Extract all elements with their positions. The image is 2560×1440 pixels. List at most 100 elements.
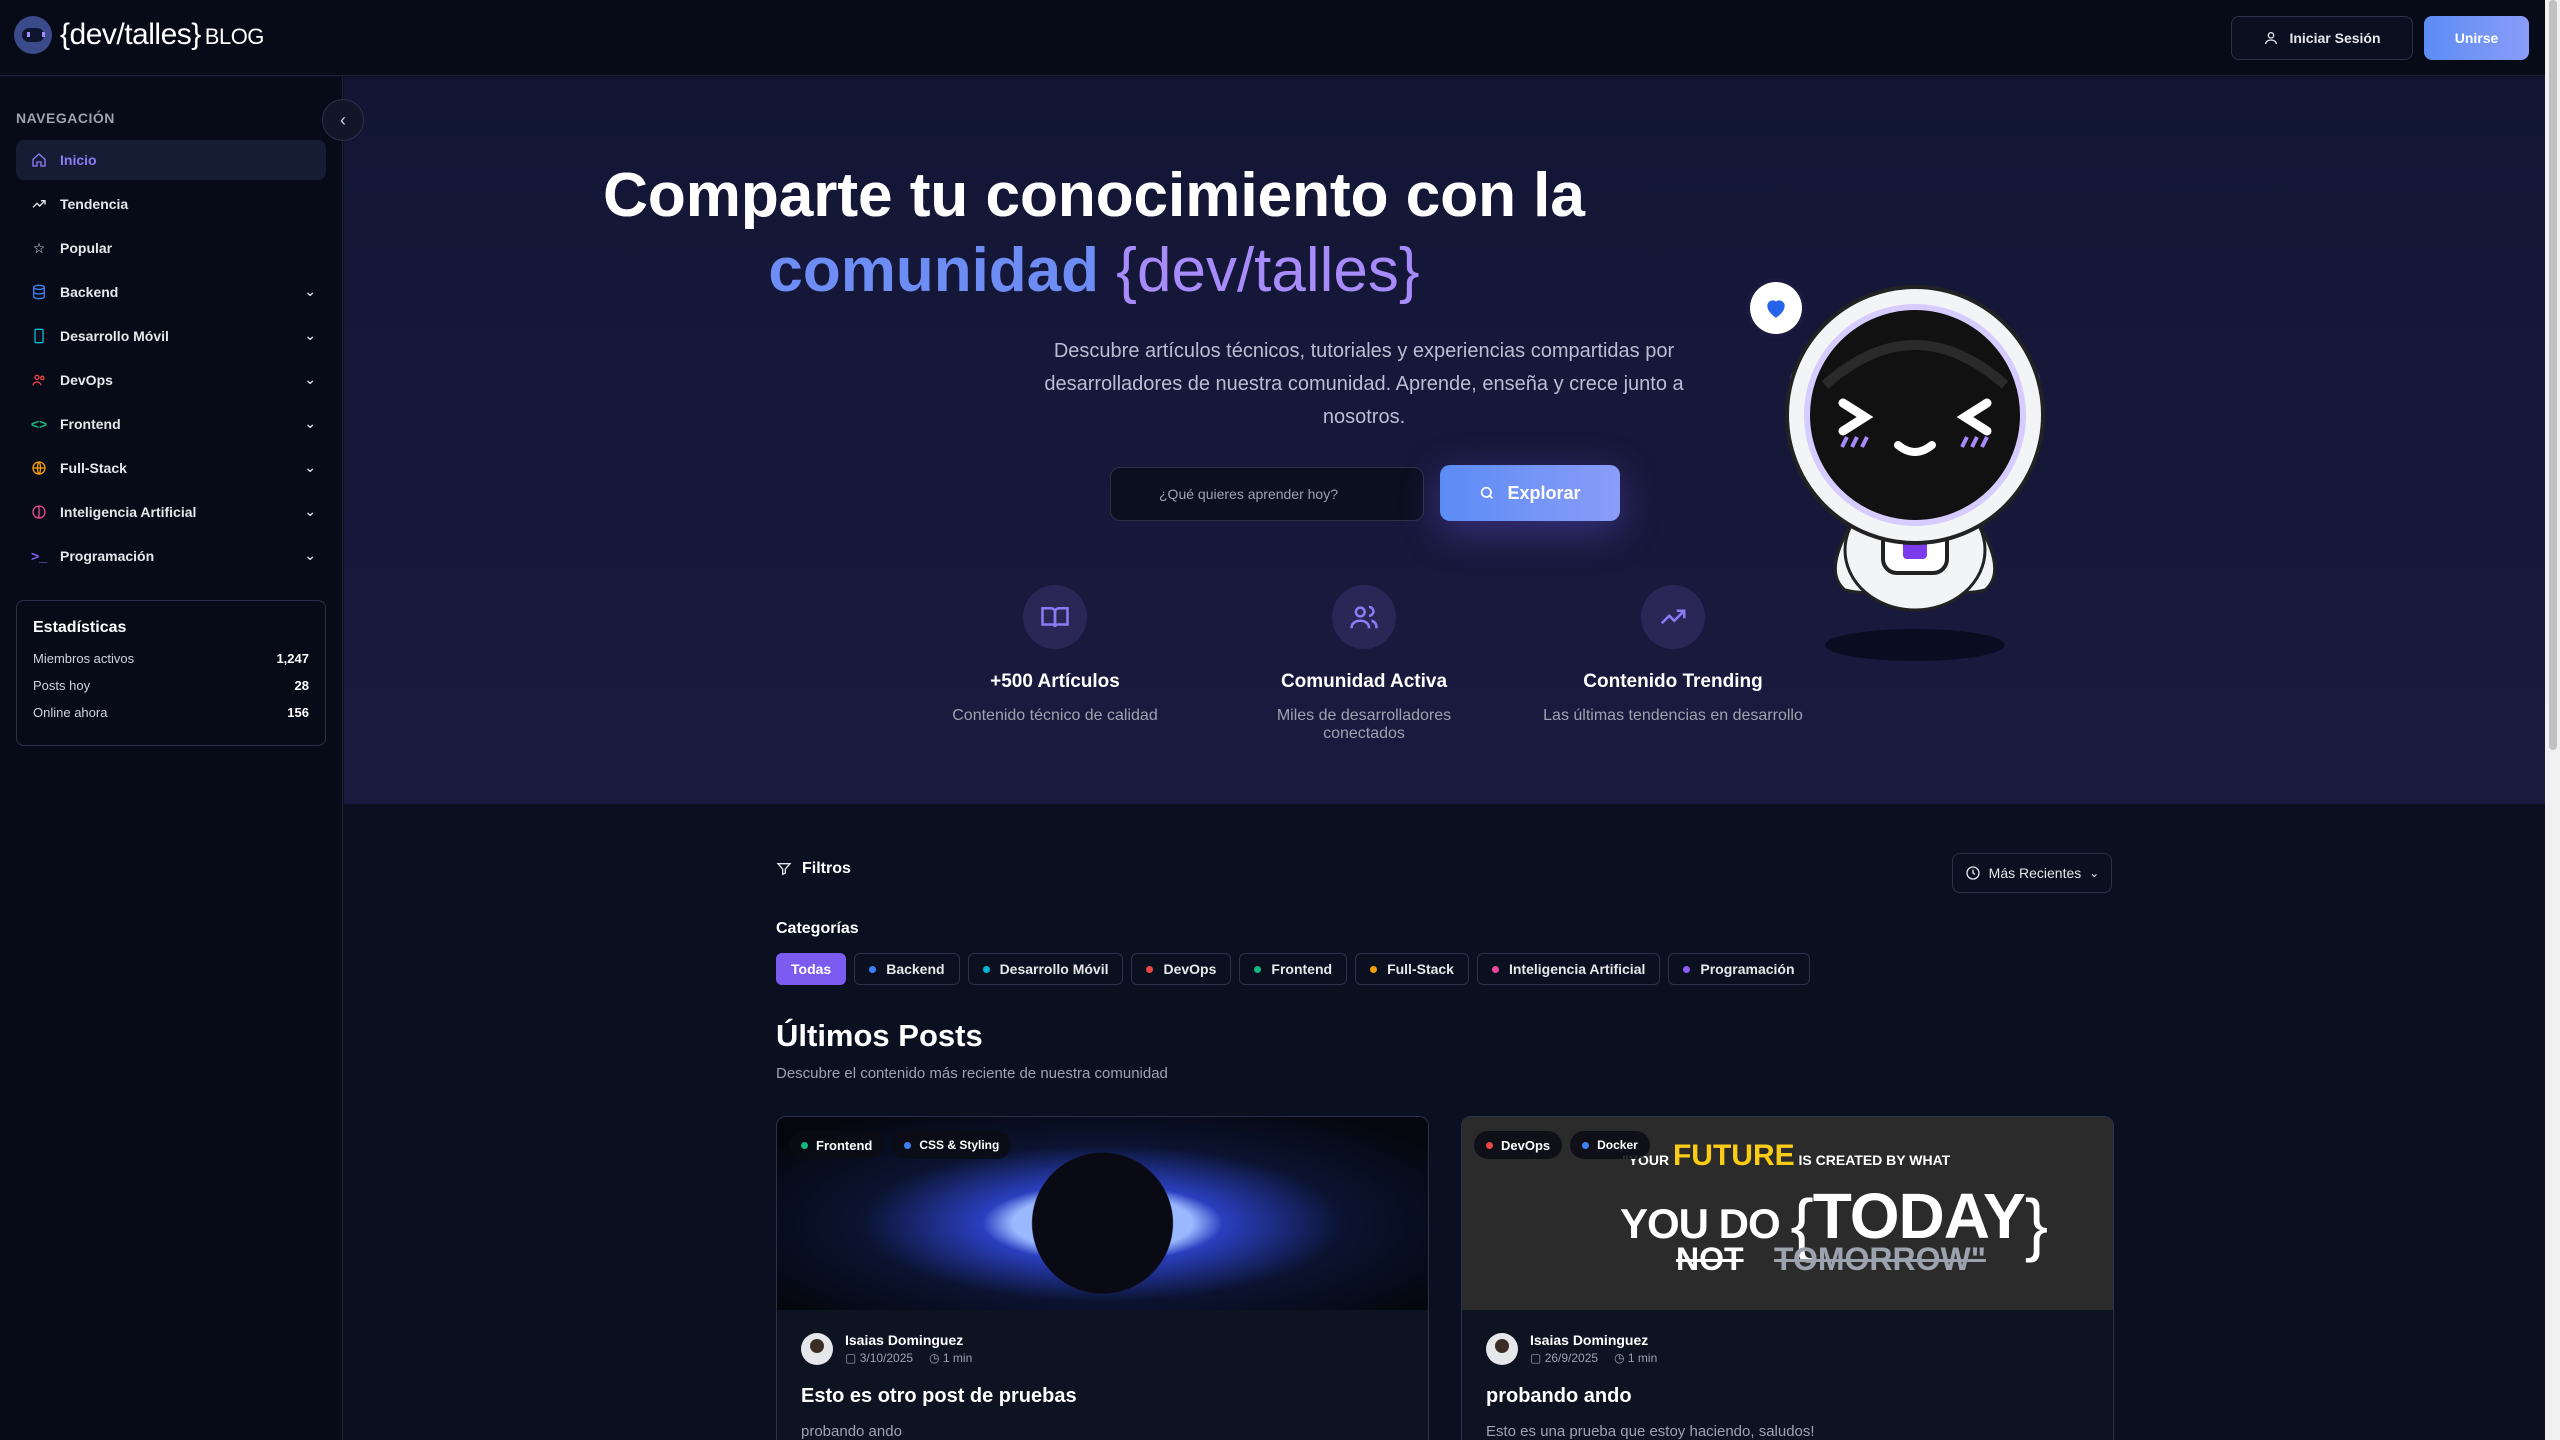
sidebar-item-label: Popular [60,240,113,256]
category-chip-full-stack[interactable]: Full-Stack [1355,953,1469,985]
post-title[interactable]: Esto es otro post de pruebas [801,1385,1077,1408]
stat-row: Online ahora 156 [33,705,309,720]
nav-list: Inicio Tendencia ☆ Popular Backend ⌄ Des… [16,140,326,580]
chevron-down-icon[interactable]: ⌄ [304,503,316,520]
stat-row: Posts hoy 28 [33,678,309,693]
brain-icon [30,503,48,521]
login-label: Iniciar Sesión [2289,30,2381,46]
sidebar-item-devops[interactable]: DevOps ⌄ [16,360,326,400]
category-chip-frontend[interactable]: Frontend [1239,953,1348,985]
sidebar-item-backend[interactable]: Backend ⌄ [16,272,326,312]
chip-label: Inteligencia Artificial [1508,961,1646,977]
sort-label: Más Recientes [1988,865,2082,881]
post-card[interactable]: "YOUR FUTURE IS CREATED BY WHAT YOU DO {… [1461,1116,2114,1440]
sidebar-item-inteligencia-artificial[interactable]: Inteligencia Artificial ⌄ [16,492,326,532]
calendar-icon: ▢ [1530,1351,1542,1365]
sidebar-item-label: Backend [60,284,119,300]
avatar[interactable] [801,1332,833,1365]
feature-articles: +500 Artículos Contenido técnico de cali… [925,585,1185,725]
sidebar-item-label: Inteligencia Artificial [60,504,197,520]
search-input[interactable]: ¿Qué quieres aprender hoy? [1110,467,1424,521]
explore-button[interactable]: Explorar [1440,465,1620,521]
category-chip-programacion[interactable]: Programación [1668,953,1810,985]
author-name[interactable]: Isaias Dominguez [1530,1332,1657,1348]
users-icon [30,371,48,389]
chevron-down-icon[interactable]: ⌄ [304,371,316,388]
sidebar-item-frontend[interactable]: <> Frontend ⌄ [16,404,326,444]
explore-label: Explorar [1507,482,1581,503]
post-date: 3/10/2025 [859,1351,914,1365]
category-chip-devops[interactable]: DevOps [1131,953,1232,985]
chevron-down-icon[interactable]: ⌄ [304,547,316,564]
sidebar-item-popular[interactable]: ☆ Popular [16,228,326,268]
sidebar-item-label: Full-Stack [60,460,127,476]
site-logo[interactable]: {dev/talles} BLOG [14,16,264,54]
post-excerpt: probando ando [801,1423,902,1440]
posts-subtitle: Descubre el contenido más reciente de nu… [776,1065,1168,1082]
sort-dropdown[interactable]: Más Recientes ⌄ [1952,853,2112,893]
logo-text: {dev/talles} [60,18,201,51]
feature-community: Comunidad Activa Miles de desarrolladore… [1234,585,1494,743]
post-meta: ▢ 3/10/2025 ◷ 1 min [845,1351,972,1365]
feature-trending: Contenido Trending Las últimas tendencia… [1543,585,1803,725]
post-badge[interactable]: CSS & Styling [892,1131,1012,1159]
stat-row: Miembros activos 1,247 [33,651,309,666]
database-icon [30,283,48,301]
post-title[interactable]: probando ando [1486,1385,1632,1408]
read-time: 1 min [942,1351,973,1365]
sidebar-item-desarrollo-movil[interactable]: Desarrollo Móvil ⌄ [16,316,326,356]
chip-label: Backend [886,961,945,977]
login-button[interactable]: Iniciar Sesión [2231,16,2413,60]
post-card[interactable]: Frontend CSS & Styling Isaias Dominguez … [776,1116,1429,1440]
join-button[interactable]: Unirse [2424,16,2529,60]
badge-label: DevOps [1501,1137,1551,1153]
logo-suffix: BLOG [204,24,265,49]
badge-label: Docker [1597,1138,1638,1152]
astronaut-mascot [1785,285,2045,661]
avatar[interactable] [1486,1332,1518,1365]
chip-label: Todas [791,961,832,977]
post-badge[interactable]: DevOps [1474,1131,1563,1159]
chevron-down-icon[interactable]: ⌄ [304,327,316,344]
sidebar-item-inicio[interactable]: Inicio [16,140,326,180]
book-icon [1023,585,1087,649]
post-badges: Frontend CSS & Styling [789,1131,1012,1159]
category-chip-desarrollo-movil[interactable]: Desarrollo Móvil [967,953,1124,985]
chevron-down-icon[interactable]: ⌄ [304,459,316,476]
sidebar-item-tendencia[interactable]: Tendencia [16,184,326,224]
category-chip-backend[interactable]: Backend [854,953,960,985]
post-badge[interactable]: Docker [1570,1131,1650,1159]
sidebar-item-label: Programación [60,548,155,564]
post-author: Isaias Dominguez ▢ 26/9/2025 ◷ 1 min [1486,1332,1657,1365]
clock-icon: ◷ [929,1351,940,1365]
home-icon [30,151,48,169]
join-label: Unirse [2454,30,2499,46]
category-chip-inteligencia-artificial[interactable]: Inteligencia Artificial [1476,953,1661,985]
color-dot [1370,965,1378,973]
stats-panel: Estadísticas Miembros activos 1,247 Posts… [16,600,326,746]
scrollbar-thumb[interactable] [2549,0,2557,750]
sidebar-item-label: Inicio [60,152,97,168]
post-badge[interactable]: Frontend [789,1131,885,1159]
chevron-down-icon[interactable]: ⌄ [304,283,316,300]
hero-description: Descubre artículos técnicos, tutoriales … [1044,340,1684,428]
category-chip-todas[interactable]: Todas [776,953,847,985]
chevron-down-icon[interactable]: ⌄ [304,415,316,432]
chevron-down-icon: ⌄ [2089,866,2100,880]
sidebar-item-full-stack[interactable]: Full-Stack ⌄ [16,448,326,488]
sidebar-item-label: DevOps [60,372,113,388]
color-dot [904,1141,912,1149]
quote-line3b: TOMORROW" [1774,1241,1986,1277]
top-navbar: {dev/talles} BLOG Iniciar Sesión Unirse [0,0,2545,76]
hero-title-line2: comunidad {dev/talles} [344,235,1844,306]
sidebar-collapse-button[interactable]: ‹ [322,99,364,141]
chip-label: Desarrollo Móvil [999,961,1109,977]
code-icon: <> [30,416,48,432]
post-excerpt: Esto es una prueba que estoy haciendo, s… [1486,1423,1815,1440]
stats-title: Estadísticas [33,619,127,636]
badge-label: Frontend [816,1137,873,1153]
sidebar-item-label: Tendencia [60,196,129,212]
author-name[interactable]: Isaias Dominguez [845,1332,972,1348]
sidebar-item-programacion[interactable]: >_ Programación ⌄ [16,536,326,576]
mobile-icon [30,327,48,345]
